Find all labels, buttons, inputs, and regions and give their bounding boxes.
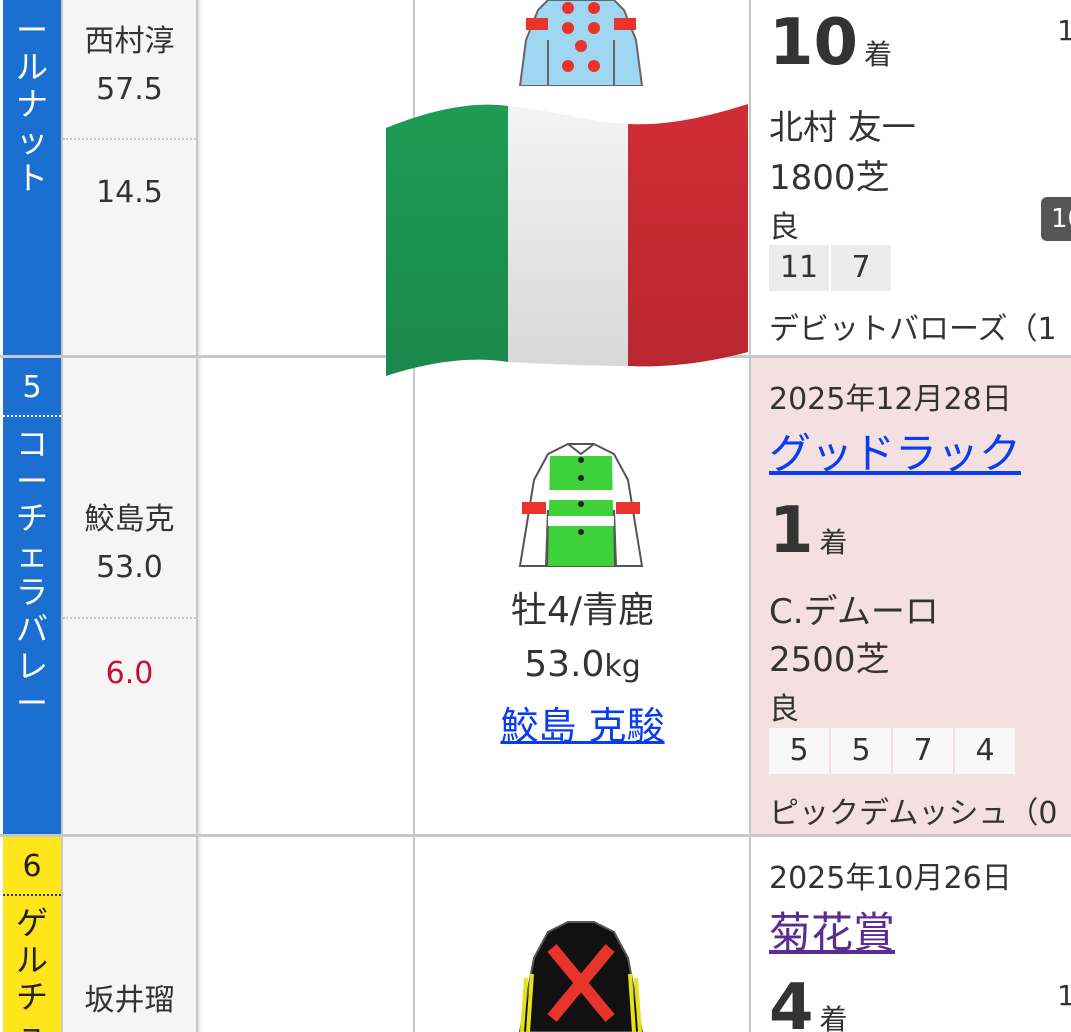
corner-position: 5 xyxy=(769,728,829,774)
cropped-number: 1 xyxy=(1057,14,1071,47)
jockey-silks-icon xyxy=(518,443,644,567)
horse-name-char: レ xyxy=(15,647,48,685)
horse-name-char: ッ xyxy=(15,122,48,160)
race-name-link[interactable]: グッドラック xyxy=(769,420,1021,481)
frame-number: 6 xyxy=(22,848,42,884)
horse-name-char: コ xyxy=(15,425,48,463)
dotted-divider xyxy=(63,617,196,619)
finish-suffix: 着 xyxy=(819,526,848,559)
race-winner: ピックデムッシュ（0 xyxy=(769,796,1058,831)
horse-name-char: ラ xyxy=(15,573,48,611)
track-condition: 良 xyxy=(769,692,799,727)
weight-unit: kg xyxy=(604,649,641,684)
dotted-divider xyxy=(63,138,196,140)
horse-name-char: ー xyxy=(15,462,48,500)
finish-suffix: 着 xyxy=(819,1003,848,1032)
jockey-cell: 坂井瑠 xyxy=(63,837,196,1032)
past-race-cell: 2025年12月28日 グッドラック 1着 C.デムーロ 2500芝 良 5 5… xyxy=(751,358,1071,834)
horse-name-char: ル xyxy=(15,48,48,86)
finish-position: 4着 xyxy=(769,971,848,1032)
race-jockey: C.デムーロ xyxy=(769,592,939,632)
corner-positions: 11 7 xyxy=(769,245,891,291)
past-race-cell: 2025年10月26日 菊花賞 4着 1 xyxy=(751,837,1071,1032)
jockey-silks-icon xyxy=(518,0,644,86)
finish-suffix: 着 xyxy=(864,38,893,71)
grid-line xyxy=(61,0,63,1032)
corner-position: 7 xyxy=(893,728,953,774)
past-race-cell: 10着 北村 友一 1800芝 良 11 7 デビットバローズ（1 1 102 xyxy=(751,0,1071,355)
race-winner: デビットバローズ（1 xyxy=(769,312,1057,347)
horse-name-char: ト xyxy=(15,159,48,197)
horse-name-char: バ xyxy=(15,610,48,648)
frame-cell-6: 6 ゲ ル チ ュ xyxy=(3,837,61,1032)
horse-name-char: ュ xyxy=(16,1016,48,1032)
horse-name-char: ー xyxy=(15,11,48,49)
time-badge: 102 xyxy=(1041,197,1071,241)
jockey-cell: 鮫島克 53.0 6.0 xyxy=(63,358,196,834)
jockey-weight: 53.0 xyxy=(96,550,163,585)
jockey-silks-icon xyxy=(518,921,644,1032)
jockey-cell: 西村淳 57.5 14.5 xyxy=(63,0,196,355)
odds: 6.0 xyxy=(105,656,154,691)
horse-name-char: ー xyxy=(15,684,48,722)
frame-divider xyxy=(3,415,61,417)
jockey-name: 西村淳 xyxy=(84,24,175,59)
italy-flag-icon xyxy=(386,104,748,376)
horse-name-vertical[interactable]: ゲ ル チ ュ xyxy=(3,905,61,1032)
horse-name-vertical[interactable]: コ ー チ ェ ラ バ レ ー xyxy=(3,426,61,722)
jockey-name: 坂井瑠 xyxy=(84,983,175,1018)
frame-cell-5: 5 コ ー チ ェ ラ バ レ ー xyxy=(3,358,61,834)
frame-cell-4: ー ル ナ ッ ト xyxy=(3,0,61,355)
horse-name-char: ゲ xyxy=(15,904,48,942)
frame-divider xyxy=(3,894,61,896)
frame-number: 5 xyxy=(22,369,42,405)
carried-weight-value: 53.0 xyxy=(524,644,605,685)
jockey-link[interactable]: 鮫島 克駿 xyxy=(500,704,664,748)
finish-number: 10 xyxy=(769,6,859,80)
cropped-number: 1 xyxy=(1057,979,1071,1012)
finish-position: 1着 xyxy=(769,494,848,568)
finish-position: 10 着 xyxy=(769,6,892,80)
race-jockey: 北村 友一 xyxy=(769,108,916,148)
race-date: 2025年12月28日 xyxy=(769,382,1012,417)
race-card-table: ー ル ナ ッ ト 5 コ ー チ ェ ラ バ レ ー 6 ゲ ル チ ュ xyxy=(0,0,1071,1032)
horse-info: 牡4/青鹿 53.0kg 鮫島 克駿 xyxy=(416,586,749,756)
horse-name-vertical[interactable]: ー ル ナ ッ ト xyxy=(3,12,61,197)
corner-position: 4 xyxy=(955,728,1015,774)
jockey-name: 鮫島克 xyxy=(84,502,175,537)
race-distance: 2500芝 xyxy=(769,640,890,680)
finish-number: 1 xyxy=(769,494,814,568)
carried-weight: 53.0kg xyxy=(416,636,749,696)
race-distance: 1800芝 xyxy=(769,158,890,198)
race-name-link[interactable]: 菊花賞 xyxy=(769,899,895,960)
horse-name-char: ェ xyxy=(15,536,48,574)
track-condition: 良 xyxy=(769,210,799,245)
corner-position: 7 xyxy=(831,245,891,291)
horse-name-char: ル xyxy=(15,941,48,979)
grid-line xyxy=(196,0,198,1032)
horse-name-char: チ xyxy=(15,978,48,1016)
corner-position: 5 xyxy=(831,728,891,774)
finish-number: 4 xyxy=(769,971,814,1032)
horse-name-char: ナ xyxy=(15,85,48,123)
sex-age-color: 牡4/青鹿 xyxy=(510,590,655,631)
horse-name-char: チ xyxy=(15,499,48,537)
odds: 14.5 xyxy=(96,175,163,210)
race-date: 2025年10月26日 xyxy=(769,861,1012,896)
jockey-weight: 57.5 xyxy=(96,72,163,107)
corner-position: 11 xyxy=(769,245,829,291)
corner-positions: 5 5 7 4 xyxy=(769,728,1015,774)
